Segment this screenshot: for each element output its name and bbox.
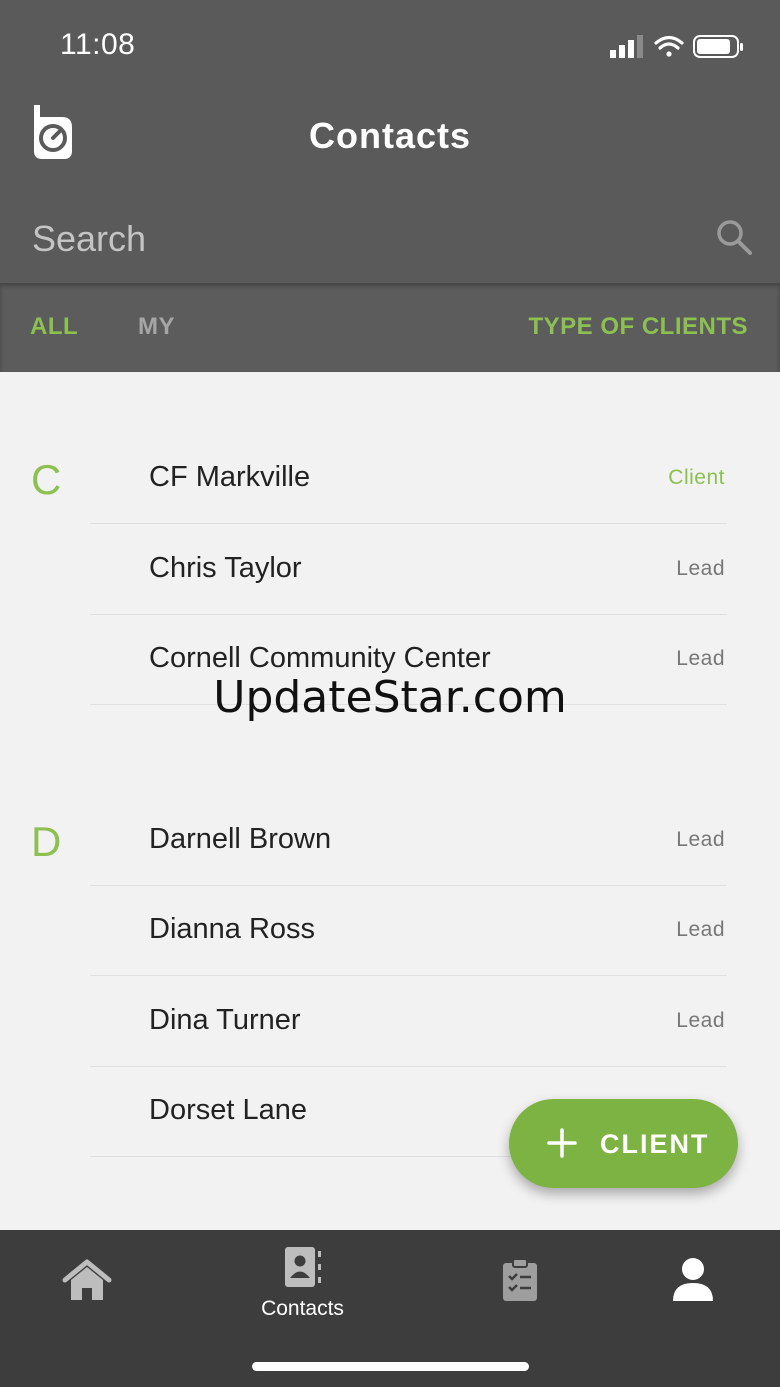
battery-icon — [693, 35, 743, 58]
add-client-button[interactable]: CLIENT — [509, 1099, 738, 1188]
nav-contacts[interactable]: Contacts — [245, 1230, 360, 1340]
nav-contacts-label: Contacts — [261, 1297, 344, 1320]
contact-row[interactable]: Dianna Ross Lead — [90, 885, 727, 976]
status-time: 11:08 — [60, 28, 136, 61]
app-header: 11:08 Contacts — [0, 0, 780, 283]
nav-home[interactable] — [48, 1230, 128, 1340]
contact-row[interactable]: Chris Taylor Lead — [90, 524, 727, 615]
type-of-clients-filter[interactable]: TYPE OF CLIENTS — [528, 313, 748, 341]
search-icon[interactable] — [715, 218, 753, 256]
page-title: Contacts — [308, 115, 472, 156]
wifi-icon — [654, 35, 684, 57]
clipboard-checklist-icon — [503, 1258, 537, 1301]
home-icon — [62, 1259, 112, 1300]
contact-name: Chris Taylor — [149, 552, 302, 584]
contact-name: CF Markville — [149, 461, 311, 493]
user-icon — [673, 1258, 713, 1301]
contact-row[interactable]: Darnell Brown Lead — [90, 795, 727, 886]
watermark: UpdateStar.com — [213, 672, 567, 723]
filter-tabs: ALL MY TYPE OF CLIENTS — [0, 283, 780, 372]
section-letter: D — [31, 818, 62, 865]
section-letter: C — [31, 456, 62, 503]
nav-tasks[interactable] — [480, 1230, 560, 1340]
contacts-book-icon — [285, 1247, 321, 1287]
signal-icon — [610, 35, 643, 58]
nav-profile[interactable] — [650, 1230, 735, 1340]
contact-row[interactable]: CF Markville Client — [90, 433, 727, 524]
contact-type: Lead — [676, 828, 725, 851]
add-client-label: CLIENT — [600, 1129, 710, 1159]
tab-my[interactable]: MY — [138, 313, 175, 341]
search-input[interactable] — [30, 214, 704, 264]
contact-row[interactable]: Dina Turner Lead — [90, 976, 727, 1067]
contact-type: Client — [668, 466, 725, 489]
contact-name: Cornell Community Center — [149, 642, 491, 674]
home-indicator[interactable] — [252, 1362, 529, 1371]
contact-name: Dina Turner — [149, 1004, 301, 1036]
plus-icon — [547, 1128, 577, 1158]
contact-name: Dianna Ross — [149, 913, 316, 945]
contact-type: Lead — [676, 918, 725, 941]
contact-type: Lead — [676, 1009, 725, 1032]
contact-name: Dorset Lane — [149, 1094, 307, 1126]
tab-all[interactable]: ALL — [30, 313, 78, 341]
contact-type: Lead — [676, 647, 725, 670]
contact-type: Lead — [676, 557, 725, 580]
status-icons — [610, 35, 743, 58]
contact-name: Darnell Brown — [149, 823, 332, 855]
